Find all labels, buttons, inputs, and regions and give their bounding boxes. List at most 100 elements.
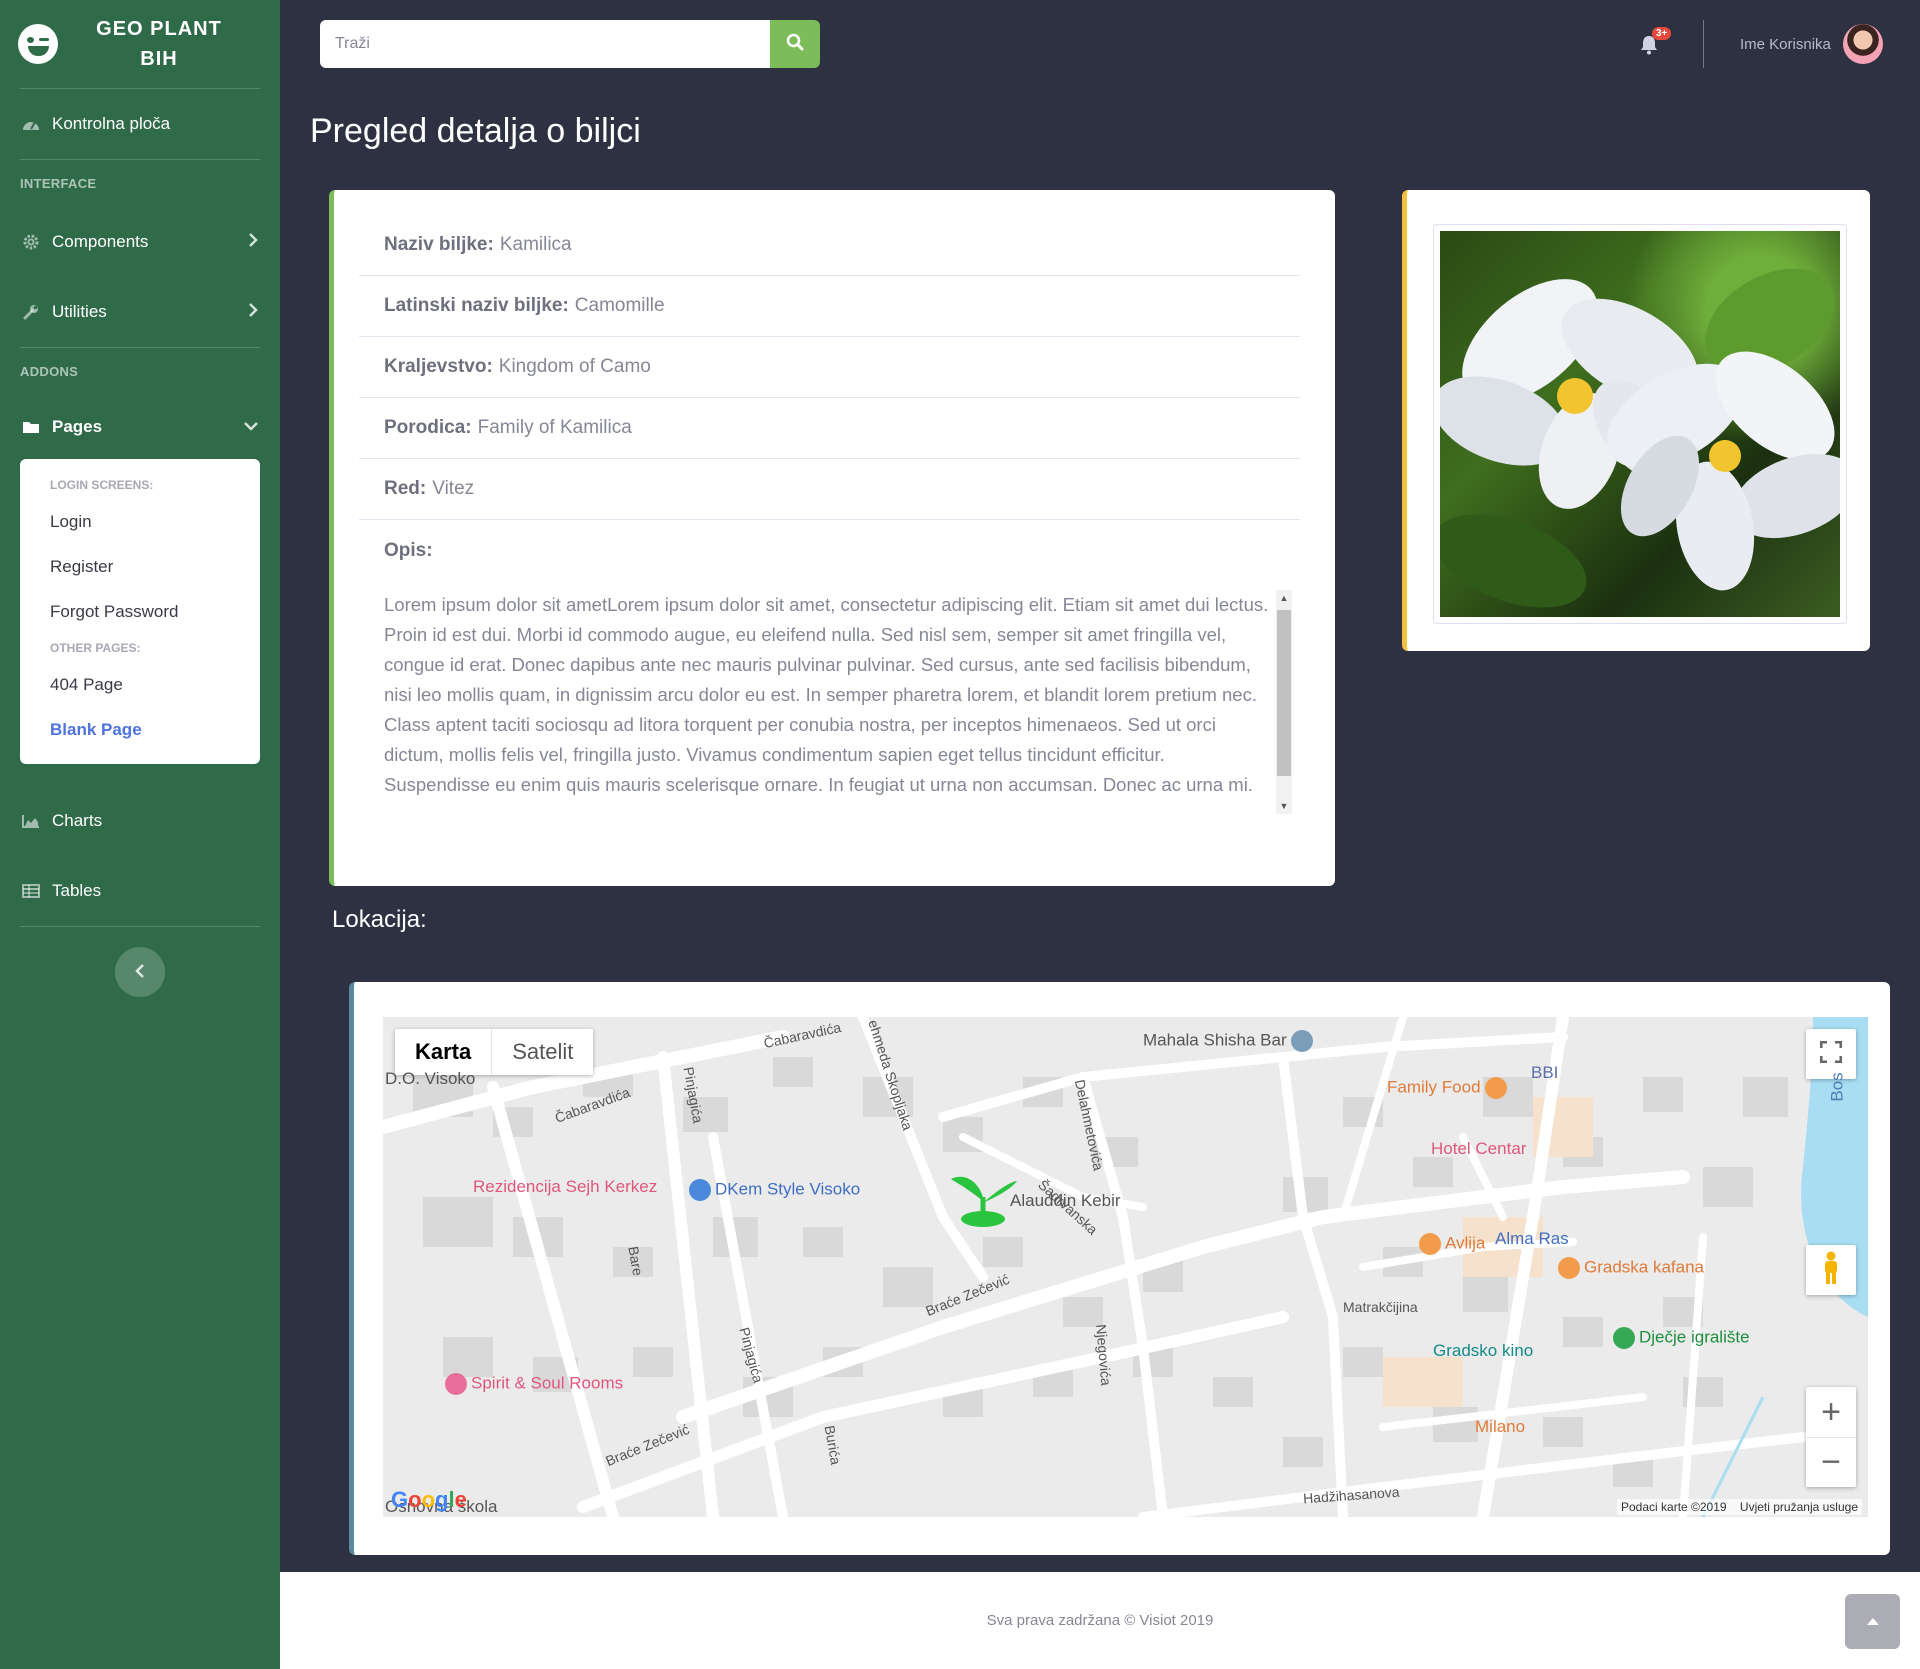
- map-poi[interactable]: Dječje igralište: [1613, 1327, 1750, 1349]
- plant-image-card: [1402, 190, 1870, 651]
- map-poi[interactable]: Mahala Shisha Bar: [1143, 1030, 1317, 1052]
- map-poi[interactable]: Milano: [1475, 1417, 1525, 1437]
- map-poi[interactable]: Gradska kafana: [1558, 1257, 1704, 1279]
- fullscreen-icon: [1819, 1040, 1843, 1068]
- restaurant-pin-icon: [1419, 1233, 1441, 1255]
- map-poi[interactable]: Spirit & Soul Rooms: [445, 1373, 623, 1395]
- user-dropdown[interactable]: Ime Korisnika: [1740, 24, 1883, 64]
- shopping-pin-icon: [689, 1179, 711, 1201]
- poi-label: Spirit & Soul Rooms: [471, 1373, 624, 1393]
- submenu-heading-other: OTHER PAGES:: [50, 641, 141, 655]
- poi-label: Bos: [1827, 1072, 1847, 1102]
- search-input[interactable]: [320, 20, 770, 68]
- chevron-left-icon: [135, 961, 145, 984]
- sidebar-item-utilities[interactable]: Utilities: [0, 277, 280, 347]
- poi-label: BBI: [1531, 1063, 1559, 1082]
- scroll-down-arrow-icon[interactable]: ▼: [1276, 798, 1292, 814]
- scrollbar-thumb[interactable]: [1277, 610, 1291, 776]
- alerts-button[interactable]: 3+: [1640, 27, 1672, 60]
- topbar-divider: [1703, 20, 1704, 68]
- sidebar-heading-label: ADDONS: [20, 364, 79, 379]
- minus-icon: −: [1821, 1443, 1841, 1481]
- page-title: Pregled detalja o biljci: [310, 112, 641, 150]
- map-poi[interactable]: Gradsko kino: [1433, 1341, 1533, 1361]
- google-logo: Google: [391, 1487, 467, 1512]
- detail-row-family: Porodica: Family of Kamilica: [359, 398, 1300, 459]
- scroll-to-top-button[interactable]: [1845, 1594, 1900, 1649]
- submenu-item-blank[interactable]: Blank Page: [20, 707, 260, 752]
- scroll-up-arrow-icon[interactable]: ▲: [1276, 590, 1292, 606]
- poi-label: Avlija: [1445, 1233, 1486, 1253]
- sidebar-item-tables[interactable]: Tables: [0, 856, 280, 926]
- detail-value: Camomille: [574, 295, 665, 316]
- search-form: [320, 20, 820, 68]
- footer: Sva prava zadržana © Visiot 2019: [280, 1572, 1920, 1669]
- map-terms-link[interactable]: Uvjeti pružanja usluge: [1740, 1500, 1858, 1514]
- map-poi[interactable]: Rezidencija Sejh Kerkez: [473, 1177, 657, 1197]
- restaurant-pin-icon: [1485, 1077, 1508, 1099]
- sidebar-item-dashboard[interactable]: Kontrolna ploča: [0, 89, 280, 159]
- map-poi[interactable]: Family Food: [1387, 1077, 1511, 1099]
- sidebar-toggle-button[interactable]: [115, 947, 165, 997]
- description-text: Lorem ipsum dolor sit ametLorem ipsum do…: [384, 594, 1269, 795]
- folder-icon: [22, 418, 40, 436]
- poi-label: Dječje igralište: [1639, 1327, 1750, 1347]
- submenu-item-register[interactable]: Register: [20, 544, 260, 589]
- map-poi: Bos: [1828, 1072, 1848, 1101]
- map-poi[interactable]: Hotel Centar: [1431, 1139, 1526, 1159]
- brand-title-line2: BIH: [140, 48, 178, 70]
- chevron-down-icon: [244, 418, 258, 436]
- description-scrollbar[interactable]: ▲ ▼: [1276, 590, 1292, 814]
- map-poi[interactable]: Alma Ras: [1495, 1229, 1569, 1249]
- map-poi[interactable]: BBI: [1531, 1063, 1558, 1083]
- zoom-control: + −: [1806, 1387, 1856, 1487]
- sidebar-item-components[interactable]: Components: [0, 207, 280, 277]
- search-button[interactable]: [770, 20, 820, 68]
- map-poi[interactable]: Avlija: [1419, 1233, 1485, 1255]
- map-poi[interactable]: D.O. Visoko: [385, 1069, 475, 1089]
- plant-detail-card: Naziv biljke: Kamilica Latinski naziv bi…: [329, 190, 1335, 886]
- sidebar-item-charts[interactable]: Charts: [0, 786, 280, 856]
- chevron-right-icon: [248, 232, 258, 252]
- footer-copyright: Sva prava zadržana © Visiot 2019: [986, 1612, 1214, 1629]
- sidebar-heading-addons: ADDONS: [0, 348, 280, 395]
- description-scroll-area[interactable]: Lorem ipsum dolor sit ametLorem ipsum do…: [384, 590, 1292, 814]
- chevron-right-icon: [248, 302, 258, 322]
- description-label: Opis:: [384, 540, 433, 561]
- tachometer-icon: [22, 115, 40, 133]
- search-icon: [786, 33, 804, 56]
- location-title: Lokacija:: [332, 906, 427, 933]
- street-view-pegman-button[interactable]: [1806, 1245, 1856, 1295]
- detail-label: Kraljevstvo:: [384, 356, 493, 377]
- submenu-item-forgot-password[interactable]: Forgot Password: [20, 589, 260, 634]
- map[interactable]: Karta Satelit + − Mahala Shisha Bar Fami…: [383, 1017, 1868, 1517]
- poi-label: Milano: [1475, 1417, 1526, 1436]
- submenu-item-login[interactable]: Login: [20, 499, 260, 544]
- pages-submenu: LOGIN SCREENS: Login Register Forgot Pas…: [20, 459, 260, 764]
- zoom-out-button[interactable]: −: [1806, 1437, 1856, 1487]
- plant-image-frame: [1433, 224, 1847, 624]
- detail-value: Vitez: [432, 478, 475, 499]
- sidebar-heading-label: INTERFACE: [20, 176, 97, 191]
- cafe-pin-icon: [1558, 1257, 1580, 1279]
- detail-value: Kingdom of Camo: [498, 356, 651, 377]
- detail-row-kingdom: Kraljevstvo: Kingdom of Camo: [359, 337, 1300, 398]
- cog-icon: [22, 233, 40, 251]
- brand[interactable]: GEO PLANT BIH: [0, 0, 280, 88]
- poi-label: Alma Ras: [1495, 1229, 1569, 1248]
- map-type-satellite-tab[interactable]: Satelit: [491, 1029, 593, 1075]
- laugh-wink-icon: [18, 24, 58, 64]
- submenu-item-404[interactable]: 404 Page: [20, 662, 260, 707]
- detail-row-order: Red: Vitez: [359, 459, 1300, 520]
- topbar: 3+ Ime Korisnika: [280, 0, 1920, 88]
- map-data-attribution[interactable]: Podaci karte ©2019: [1621, 1500, 1727, 1514]
- sidebar-item-label: Tables: [52, 881, 102, 900]
- brand-title: GEO PLANT BIH: [58, 14, 280, 74]
- detail-label: Latinski naziv biljke:: [384, 295, 569, 316]
- zoom-in-button[interactable]: +: [1806, 1387, 1856, 1437]
- sidebar-heading-interface: INTERFACE: [0, 160, 280, 207]
- sidebar-item-pages[interactable]: Pages: [0, 395, 280, 459]
- map-poi[interactable]: DKem Style Visoko: [689, 1179, 860, 1201]
- plant-image: [1440, 231, 1840, 617]
- alerts-count-badge: 3+: [1652, 27, 1672, 40]
